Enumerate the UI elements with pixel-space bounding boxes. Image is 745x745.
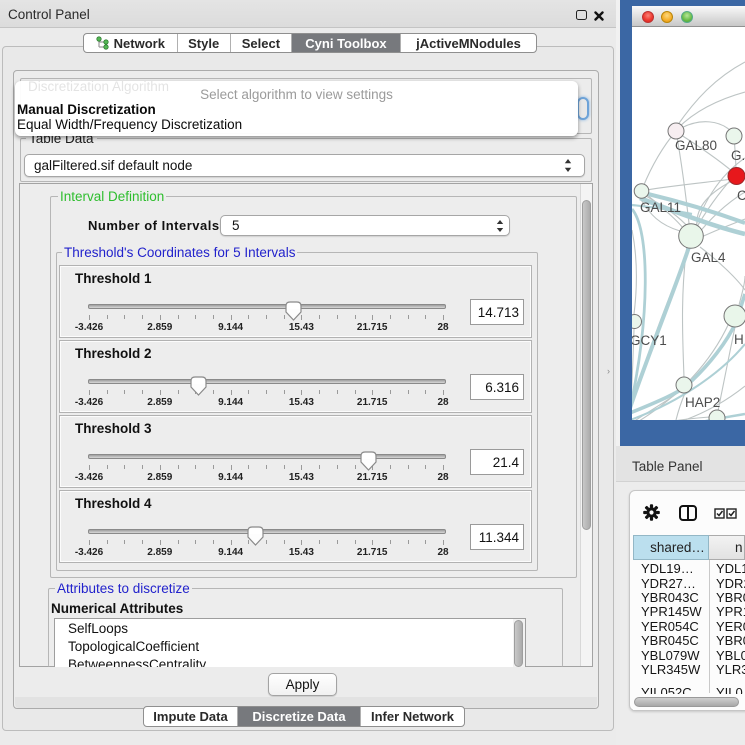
svg-text:G.: G. [731,148,745,163]
svg-text:GAL4: GAL4 [691,250,726,265]
svg-text:HAP2: HAP2 [685,395,720,410]
svg-text:GAL80: GAL80 [675,138,717,153]
svg-text:C: C [737,188,745,203]
svg-text:GAL11: GAL11 [640,200,681,215]
svg-text:GCY1: GCY1 [632,333,667,348]
svg-text:H: H [734,332,744,347]
